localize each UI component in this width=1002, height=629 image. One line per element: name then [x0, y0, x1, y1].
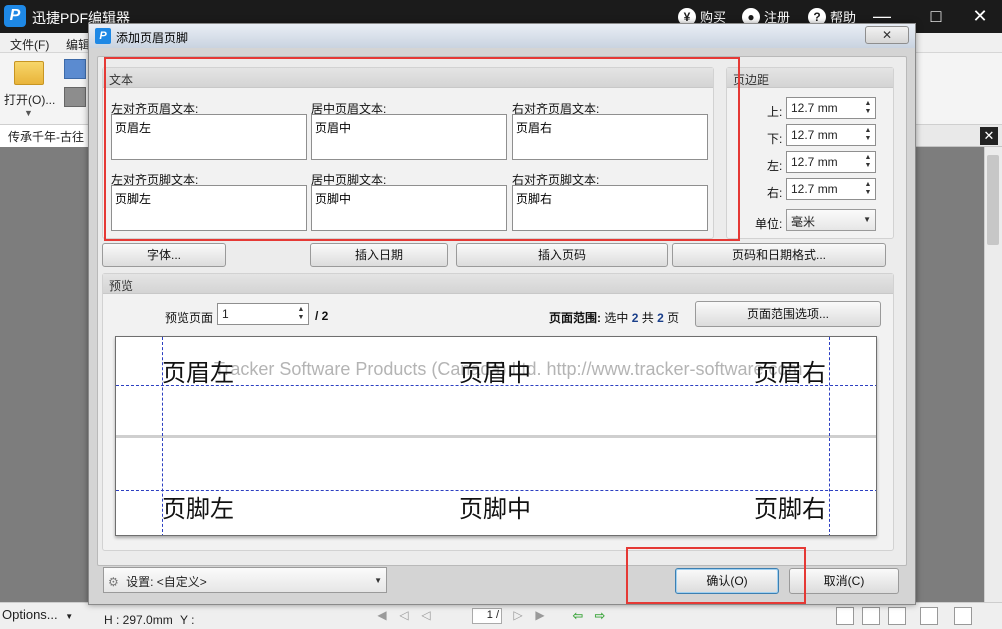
- dialog-body: 文本 左对齐页眉文本: 页眉左 居中页眉文本: 页眉中 右对齐页眉文本: 页眉右…: [97, 56, 907, 566]
- next-icon[interactable]: ▷: [508, 608, 528, 624]
- page-range-summary: 页面范围: 选中 2 共 2 页: [549, 311, 680, 325]
- preview-footer-center: 页脚中: [459, 495, 531, 523]
- insert-date-button[interactable]: 插入日期: [310, 243, 448, 267]
- chevron-down-icon: ▼: [863, 215, 871, 224]
- preview-page-input[interactable]: 1 ▲ ▼: [217, 303, 309, 325]
- prev-page-icon[interactable]: ◁: [394, 608, 414, 624]
- ok-button[interactable]: 确认(O): [675, 568, 779, 594]
- gear-icon: ⚙: [108, 575, 119, 589]
- preview-header-center: 页眉中: [459, 359, 531, 387]
- prev-icon[interactable]: ◁: [416, 608, 436, 624]
- page-navigator: ◀ ◁ ◁ 1 / ▷ ▶ ⇦ ⇨: [372, 605, 605, 627]
- continuous-view-icon[interactable]: [862, 607, 880, 625]
- margins-group-title: 页边距: [727, 68, 893, 88]
- margin-left-input[interactable]: 12.7 mm ▲ ▼: [786, 151, 876, 173]
- close-tab-icon[interactable]: ✕: [980, 127, 998, 145]
- font-button[interactable]: 字体...: [102, 243, 226, 267]
- margin-bottom-input[interactable]: 12.7 mm ▲ ▼: [786, 124, 876, 146]
- margin-left-label: 左:: [767, 159, 783, 173]
- document-tab[interactable]: 传承千年-古往: [0, 125, 90, 147]
- forward-icon[interactable]: ⇨: [590, 608, 610, 624]
- preview-footer-left: 页脚左: [162, 495, 234, 523]
- margin-right-input[interactable]: 12.7 mm ▲ ▼: [786, 178, 876, 200]
- preview-canvas: Tracker Software Products (Canada) Ltd. …: [115, 336, 877, 536]
- page-date-format-button[interactable]: 页码和日期格式...: [672, 243, 886, 267]
- maximize-button[interactable]: □: [922, 4, 950, 28]
- margin-bottom-label: 下:: [767, 132, 783, 146]
- page-height-readout: H : 297.0mm: [104, 613, 173, 627]
- app-logo-icon: P: [4, 5, 26, 27]
- header-footer-dialog: P 添加页眉页脚 ✕ 文本 左对齐页眉文本: 页眉左 居中页眉文本: 页眉中 右…: [88, 23, 916, 605]
- single-page-view-icon[interactable]: [836, 607, 854, 625]
- spin-arrows-icon[interactable]: ▲ ▼: [863, 181, 873, 197]
- preview-group: 预览 预览页面 1 ▲ ▼ / 2 页面范围: 选中 2 共 2 页 页面范围选项…: [102, 273, 894, 551]
- text-group: 文本 左对齐页眉文本: 页眉左 居中页眉文本: 页眉中 右对齐页眉文本: 页眉右…: [102, 67, 714, 239]
- left-header-input[interactable]: 页眉左: [111, 114, 307, 160]
- dialog-titlebar: P 添加页眉页脚 ✕: [89, 24, 915, 48]
- chevron-down-icon[interactable]: ▼: [24, 108, 33, 118]
- spin-arrows-icon[interactable]: ▲ ▼: [863, 100, 873, 116]
- preview-page-total: / 2: [315, 309, 329, 323]
- grid-view-icon[interactable]: [920, 607, 938, 625]
- close-window-button[interactable]: ✕: [966, 4, 994, 28]
- menu-file[interactable]: 文件(F): [10, 36, 49, 53]
- settings-select[interactable]: ⚙ 设置: <自定义> ▼: [103, 567, 387, 593]
- center-footer-input[interactable]: 页脚中: [311, 185, 507, 231]
- preview-group-title: 预览: [103, 274, 893, 294]
- center-header-input[interactable]: 页眉中: [311, 114, 507, 160]
- last-page-icon[interactable]: ▶: [530, 608, 550, 624]
- margin-right-label: 右:: [767, 186, 783, 200]
- right-footer-input[interactable]: 页脚右: [512, 185, 708, 231]
- right-guide-line: [829, 337, 830, 535]
- preview-page-label: 预览页面: [165, 311, 214, 325]
- spin-arrows-icon[interactable]: ▲ ▼: [296, 306, 306, 322]
- text-group-title: 文本: [103, 68, 713, 88]
- unit-select[interactable]: 毫米 ▼: [786, 209, 876, 231]
- right-header-input[interactable]: 页眉右: [512, 114, 708, 160]
- page-number-input[interactable]: 1 /: [472, 608, 502, 624]
- facing-view-icon[interactable]: [888, 607, 906, 625]
- cursor-y-readout: Y :: [180, 613, 195, 627]
- preview-footer-right: 页脚右: [754, 495, 826, 523]
- print-icon[interactable]: [64, 87, 86, 107]
- back-icon[interactable]: ⇦: [568, 608, 588, 624]
- scrollbar-thumb[interactable]: [987, 155, 999, 245]
- menu-edit[interactable]: 编辑: [66, 36, 90, 53]
- dialog-close-button[interactable]: ✕: [865, 26, 909, 44]
- save-icon[interactable]: [64, 59, 86, 79]
- preview-header-right: 页眉右: [754, 359, 826, 387]
- cancel-button[interactable]: 取消(C): [789, 568, 899, 594]
- fullscreen-icon[interactable]: [954, 607, 972, 625]
- unit-label: 单位:: [755, 217, 783, 231]
- chevron-down-icon: ▼: [374, 576, 382, 585]
- folder-open-icon[interactable]: [14, 61, 44, 85]
- margin-top-input[interactable]: 12.7 mm ▲ ▼: [786, 97, 876, 119]
- first-page-icon[interactable]: ◀: [372, 608, 392, 624]
- preview-header-left: 页眉左: [162, 359, 234, 387]
- chevron-down-icon: ▼: [65, 612, 74, 621]
- margins-group: 页边距 上: 12.7 mm ▲ ▼ 下: 12.7 mm ▲ ▼ 左: 12.7 …: [726, 67, 894, 239]
- page-divider: [116, 435, 876, 438]
- options-button[interactable]: Options... ▼: [2, 605, 80, 627]
- margin-top-label: 上:: [767, 105, 783, 119]
- insert-page-number-button[interactable]: 插入页码: [456, 243, 668, 267]
- open-button-label[interactable]: 打开(O)...: [4, 91, 55, 108]
- spin-arrows-icon[interactable]: ▲ ▼: [863, 127, 873, 143]
- page-range-options-button[interactable]: 页面范围选项...: [695, 301, 881, 327]
- spin-arrows-icon[interactable]: ▲ ▼: [863, 154, 873, 170]
- dialog-app-icon: P: [95, 28, 111, 44]
- left-footer-input[interactable]: 页脚左: [111, 185, 307, 231]
- statusbar: Options... ▼ H : 297.0mm Y : ◀ ◁ ◁ 1 / ▷…: [0, 602, 1002, 629]
- dialog-title: 添加页眉页脚: [116, 31, 189, 45]
